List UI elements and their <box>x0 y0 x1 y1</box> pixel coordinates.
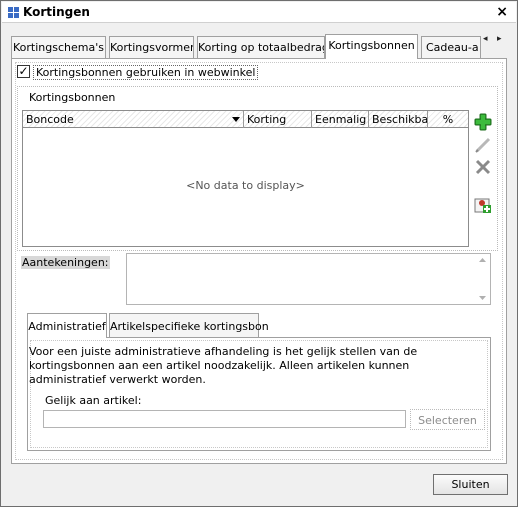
notes-scrollbar[interactable] <box>475 254 490 304</box>
group-title: Kortingsbonnen <box>29 91 116 104</box>
admin-info-text: Voor een juiste administratieve afhandel… <box>29 345 418 386</box>
notes-textarea[interactable] <box>126 253 491 305</box>
subtab-artikelspecifieke-kortingsbon[interactable]: Artikelspecifieke kortingsbon <box>109 313 269 337</box>
gelijk-aan-artikel-input[interactable] <box>43 410 406 428</box>
subtab-administratief[interactable]: Administratief <box>27 313 107 338</box>
notes-label: Aantekeningen: <box>21 256 110 269</box>
tab-kortingsvormen[interactable]: Kortingsvormen <box>109 36 194 58</box>
main-tabstrip: Kortingschema's Kortingsvormen Korting o… <box>11 34 507 59</box>
delete-button[interactable] <box>474 158 492 176</box>
sluiten-button[interactable]: Sluiten <box>433 474 508 495</box>
add-product-icon <box>474 198 491 213</box>
kortingsbonnen-grid[interactable]: Boncode Korting Eenmalig Beschikba % <No… <box>22 110 469 247</box>
column-label: Boncode <box>26 113 74 126</box>
window-title: Kortingen <box>23 5 90 19</box>
gelijk-aan-artikel-label: Gelijk aan artikel: <box>45 394 142 407</box>
column-header-percent[interactable]: % <box>428 111 468 128</box>
webwinkel-checkbox[interactable]: ✓ <box>17 65 30 78</box>
edit-icon <box>475 137 491 153</box>
tab-kortingsbonnen[interactable]: Kortingsbonnen <box>325 34 418 59</box>
tab-cadeau[interactable]: Cadeau-a <box>421 36 481 58</box>
column-header-eenmalig[interactable]: Eenmalig <box>312 111 369 128</box>
selecteren-button[interactable]: Selecteren <box>410 409 485 430</box>
tab-korting-op-totaalbedrag[interactable]: Korting op totaalbedrag <box>197 36 325 58</box>
grid-header: Boncode Korting Eenmalig Beschikba % <box>23 111 468 128</box>
column-header-korting[interactable]: Korting <box>244 111 312 128</box>
delete-icon <box>475 159 491 175</box>
app-icon <box>8 7 20 19</box>
dropdown-arrow-icon[interactable] <box>232 117 240 122</box>
tab-kortingschemas[interactable]: Kortingschema's <box>11 36 106 58</box>
add-product-button[interactable] <box>474 196 492 214</box>
tab-scroll-left-icon[interactable]: ◂ <box>483 34 488 44</box>
scroll-up-icon <box>479 258 486 262</box>
webwinkel-checkbox-label[interactable]: Kortingsbonnen gebruiken in webwinkel <box>33 65 259 80</box>
close-icon[interactable]: × <box>496 4 508 20</box>
scroll-down-icon <box>479 296 486 300</box>
tab-scroll-right-icon[interactable]: ▸ <box>497 34 502 44</box>
add-icon <box>474 113 492 131</box>
column-header-beschikbaar[interactable]: Beschikba <box>369 111 428 128</box>
add-button[interactable] <box>474 113 492 131</box>
title-bar: Kortingen × <box>2 2 516 23</box>
no-data-message: <No data to display> <box>186 179 305 192</box>
column-header-boncode[interactable]: Boncode <box>23 111 244 128</box>
edit-button[interactable] <box>474 136 492 154</box>
